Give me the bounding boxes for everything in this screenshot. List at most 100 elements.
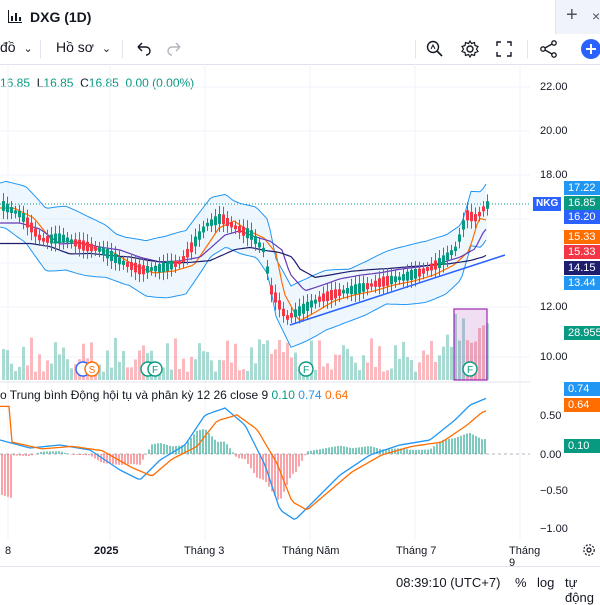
tab-bar: DXG (1D) + × bbox=[0, 0, 600, 35]
auto-scale-toggle[interactable]: tự động bbox=[565, 575, 600, 605]
candle-body bbox=[434, 260, 437, 270]
price-tick: 18.00 bbox=[540, 169, 568, 181]
volume-bar bbox=[318, 340, 321, 380]
candle-body bbox=[238, 226, 241, 233]
volume-bar bbox=[42, 371, 45, 380]
candle-body bbox=[274, 292, 277, 303]
volume-bar bbox=[122, 350, 125, 380]
volume-bar bbox=[398, 358, 401, 380]
candle-body bbox=[250, 230, 253, 240]
volume-bar bbox=[186, 371, 189, 380]
volume-bar bbox=[206, 351, 209, 380]
volume-bar bbox=[190, 357, 193, 380]
volume-bar bbox=[66, 359, 69, 380]
volume-bar bbox=[334, 354, 337, 380]
volume-bar bbox=[214, 371, 217, 380]
volume-bar bbox=[138, 350, 141, 380]
volume-bar bbox=[258, 339, 261, 380]
chart-tab[interactable]: DXG (1D) bbox=[0, 0, 556, 34]
candle-body bbox=[318, 296, 321, 302]
candle-body bbox=[414, 268, 417, 279]
volume-bar bbox=[54, 342, 57, 380]
volume-bar bbox=[70, 368, 73, 380]
candle-body bbox=[2, 201, 5, 211]
macd-title: o Trung bình Động hội tụ và phân kỳ 12 2… bbox=[0, 388, 269, 402]
toolbar-divider bbox=[122, 40, 123, 58]
volume-bar bbox=[26, 365, 29, 380]
quick-search-icon[interactable] bbox=[424, 38, 446, 60]
candle-body bbox=[294, 309, 297, 317]
price-axis[interactable]: 22.00 20.00 18.00 12.00 10.00 17.22 16.85… bbox=[530, 64, 600, 544]
percent-toggle[interactable]: % bbox=[515, 575, 527, 590]
candle-body bbox=[426, 267, 429, 271]
new-tab-button[interactable]: + bbox=[566, 4, 578, 27]
candle-body bbox=[58, 233, 61, 243]
candle-body bbox=[382, 276, 385, 287]
volume-bar bbox=[346, 348, 349, 380]
volume-bar bbox=[178, 369, 181, 380]
volume-bar bbox=[250, 347, 253, 380]
candle-body bbox=[354, 284, 357, 295]
split-marker: S bbox=[84, 361, 100, 377]
volume-bar bbox=[374, 367, 377, 380]
candle-body bbox=[166, 261, 169, 272]
candle-body bbox=[30, 222, 33, 233]
candle-body bbox=[182, 256, 185, 263]
macd-label: 0.10 bbox=[564, 439, 600, 453]
volume-bar bbox=[450, 346, 453, 380]
financial-marker: F bbox=[147, 361, 163, 377]
candle-body bbox=[302, 303, 305, 314]
volume-bar bbox=[370, 338, 373, 380]
price-chart[interactable]: SFFF bbox=[0, 64, 530, 544]
toolbar-divider bbox=[40, 40, 41, 58]
time-tick: Tháng 7 bbox=[396, 545, 437, 557]
candle-body bbox=[50, 234, 53, 244]
volume-bar bbox=[234, 343, 237, 380]
price-label: 16.85 bbox=[564, 196, 600, 210]
candle-body bbox=[278, 300, 281, 310]
undo-icon[interactable] bbox=[132, 38, 154, 60]
time-axis[interactable]: 8 2025 Tháng 3 Tháng Năm Tháng 7 Tháng 9 bbox=[0, 542, 540, 569]
publish-icon[interactable] bbox=[580, 38, 600, 60]
candle-body bbox=[322, 293, 325, 302]
candle-body bbox=[206, 222, 209, 227]
volume-bar bbox=[286, 342, 289, 380]
volume-bar bbox=[390, 368, 393, 380]
candle-body bbox=[198, 231, 201, 240]
candle-body bbox=[130, 262, 133, 270]
candle-body bbox=[474, 214, 477, 222]
volume-bar bbox=[182, 358, 185, 380]
candle-body bbox=[470, 211, 473, 222]
log-toggle[interactable]: log bbox=[537, 575, 554, 590]
fullscreen-icon[interactable] bbox=[493, 38, 515, 60]
volume-bar bbox=[106, 350, 109, 380]
layouts-button[interactable]: Hồ sơ ⌄ bbox=[56, 39, 111, 55]
candle-body bbox=[370, 283, 373, 287]
close-tab-icon[interactable]: × bbox=[592, 8, 600, 24]
candle-body bbox=[146, 266, 149, 273]
candle-body bbox=[98, 247, 101, 252]
candle-body bbox=[298, 306, 301, 316]
volume-bar bbox=[166, 343, 169, 380]
toolbar-divider bbox=[415, 40, 416, 58]
volume-bar bbox=[114, 337, 117, 380]
volume-bar bbox=[326, 363, 329, 380]
candle-body bbox=[446, 252, 449, 261]
chart-type-button[interactable]: đồ ⌄ bbox=[0, 39, 33, 55]
candle-body bbox=[326, 291, 329, 302]
time-settings-gear-icon[interactable] bbox=[582, 543, 596, 557]
price-label: 17.22 bbox=[564, 181, 600, 195]
redo-icon[interactable] bbox=[164, 38, 186, 60]
share-icon[interactable] bbox=[538, 38, 560, 60]
candle-body bbox=[450, 250, 453, 256]
clock: 08:39:10 (UTC+7) bbox=[396, 575, 501, 590]
candle-body bbox=[186, 248, 189, 258]
candle-body bbox=[410, 270, 413, 280]
volume-bar bbox=[350, 356, 353, 380]
macd-signal-line bbox=[0, 405, 487, 511]
volume-bar bbox=[102, 371, 105, 380]
volume-bar bbox=[394, 345, 397, 380]
settings-gear-icon[interactable] bbox=[459, 38, 481, 60]
volume-bar bbox=[194, 359, 197, 380]
candle-body bbox=[378, 278, 381, 287]
